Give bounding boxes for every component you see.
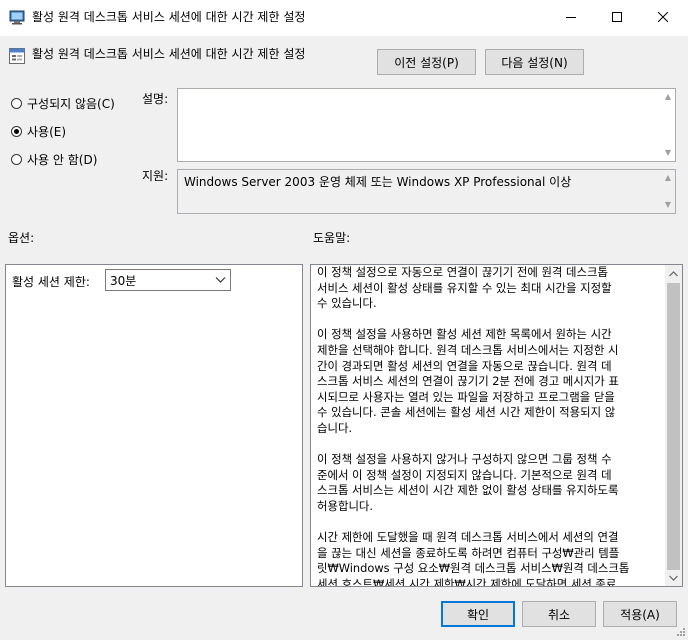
cancel-label: 취소 bbox=[547, 607, 571, 622]
session-limit-value: 30분 bbox=[110, 273, 137, 288]
scroll-down-icon[interactable]: ▼ bbox=[663, 148, 673, 158]
minimize-button[interactable] bbox=[548, 0, 594, 34]
radio-enabled[interactable]: 사용(E) bbox=[11, 123, 66, 140]
options-panel: 활성 세션 제한: 30분 bbox=[5, 264, 303, 587]
supported-label: 지원: bbox=[142, 169, 169, 183]
comment-textbox[interactable]: ▲ ▼ bbox=[177, 88, 676, 162]
resize-grip-icon[interactable] bbox=[676, 626, 686, 636]
radio-enabled-circle[interactable] bbox=[11, 126, 22, 137]
supported-value: Windows Server 2003 운영 체제 또는 Windows XP … bbox=[184, 175, 572, 189]
next-setting-button[interactable]: 다음 설정(N) bbox=[485, 49, 584, 75]
help-section-label: 도움말: bbox=[313, 231, 351, 245]
radio-not-configured[interactable]: 구성되지 않음(C) bbox=[11, 95, 115, 112]
apply-button[interactable]: 적용(A) bbox=[603, 601, 677, 627]
radio-disabled[interactable]: 사용 안 함(D) bbox=[11, 151, 97, 168]
scroll-up-icon[interactable]: ▲ bbox=[663, 92, 673, 102]
title-bar: 활성 원격 데스크톱 서비스 세션에 대한 시간 제한 설정 bbox=[0, 0, 688, 36]
radio-not-configured-label: 구성되지 않음(C) bbox=[27, 97, 115, 111]
maximize-icon bbox=[612, 12, 622, 22]
cancel-button[interactable]: 취소 bbox=[522, 601, 596, 627]
apply-label: 적용(A) bbox=[620, 607, 660, 622]
minimize-icon bbox=[566, 17, 576, 18]
policy-setting-icon bbox=[8, 47, 26, 65]
ok-label: 확인 bbox=[466, 607, 490, 622]
session-limit-select[interactable]: 30분 bbox=[105, 269, 231, 291]
radio-not-configured-circle[interactable] bbox=[11, 98, 22, 109]
previous-setting-label: 이전 설정(P) bbox=[394, 55, 459, 70]
help-panel[interactable]: 이 정책 설정으로 자동으로 연결이 끊기기 전에 원격 데스크톱 서비스 세션… bbox=[310, 264, 683, 587]
close-icon bbox=[658, 12, 668, 22]
scroll-up-icon[interactable] bbox=[665, 265, 682, 282]
scroll-up-icon[interactable]: ▲ bbox=[663, 173, 673, 183]
close-button[interactable] bbox=[640, 0, 686, 34]
next-setting-label: 다음 설정(N) bbox=[501, 55, 568, 70]
scroll-down-icon[interactable]: ▼ bbox=[663, 200, 673, 210]
scroll-down-icon[interactable] bbox=[665, 569, 682, 586]
maximize-button[interactable] bbox=[594, 0, 640, 34]
help-text: 이 정책 설정으로 자동으로 연결이 끊기기 전에 원격 데스크톱 서비스 세션… bbox=[317, 265, 630, 587]
policy-window-icon bbox=[9, 9, 25, 25]
window-title: 활성 원격 데스크톱 서비스 세션에 대한 시간 제한 설정 bbox=[32, 10, 306, 24]
radio-enabled-label: 사용(E) bbox=[27, 125, 67, 139]
options-section-label: 옵션: bbox=[8, 231, 35, 245]
comment-label: 설명: bbox=[142, 92, 169, 106]
ok-button[interactable]: 확인 bbox=[441, 601, 515, 627]
chevron-down-icon bbox=[215, 274, 226, 288]
radio-disabled-label: 사용 안 함(D) bbox=[27, 153, 98, 167]
help-scrollbar[interactable] bbox=[665, 265, 682, 586]
scrollbar-thumb[interactable] bbox=[667, 283, 680, 570]
session-limit-label: 활성 세션 제한: bbox=[12, 275, 90, 289]
supported-textbox: Windows Server 2003 운영 체제 또는 Windows XP … bbox=[177, 169, 676, 214]
previous-setting-button[interactable]: 이전 설정(P) bbox=[377, 49, 476, 75]
setting-name: 활성 원격 데스크톱 서비스 세션에 대한 시간 제한 설정 bbox=[32, 47, 306, 61]
radio-disabled-circle[interactable] bbox=[11, 154, 22, 165]
